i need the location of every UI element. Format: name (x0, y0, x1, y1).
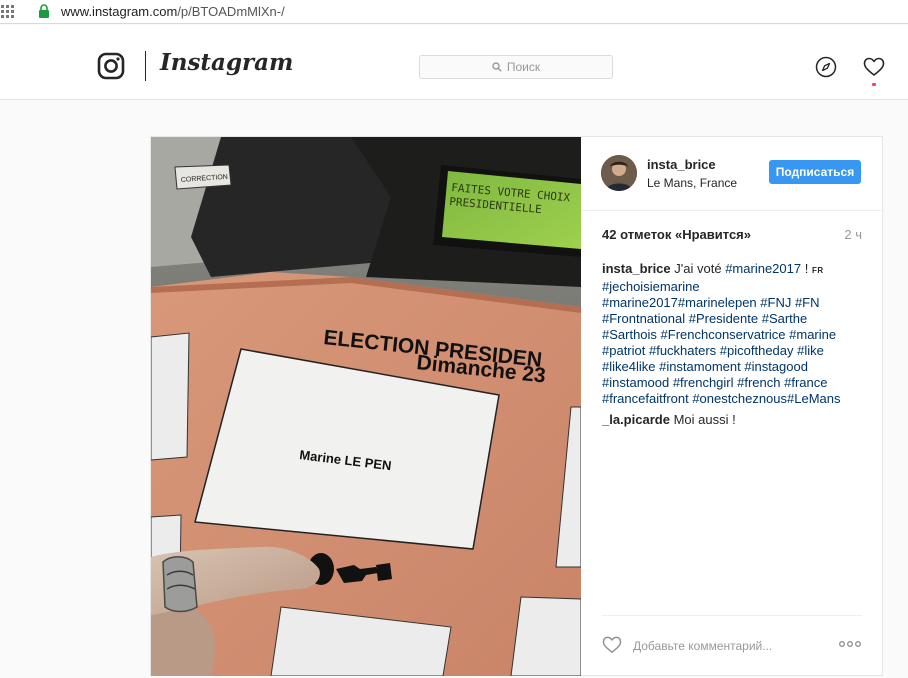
comment: _la.picarde Moi aussi ! (602, 412, 736, 427)
hashtag-line[interactable]: #instamood #frenchgirl #french #france (602, 375, 827, 390)
post-sidebar: insta_brice Le Mans, France Подписаться … (581, 137, 884, 676)
more-options-icon[interactable] (839, 640, 861, 648)
post-location[interactable]: Le Mans, France (647, 176, 737, 190)
hashtag-line[interactable]: #marine2017#marinelepen #FNJ #FN (602, 295, 820, 310)
caption-exclamation: ! (801, 261, 809, 276)
notification-dot (872, 83, 876, 86)
instagram-wordmark[interactable]: Instagram (160, 49, 293, 76)
url-path: /p/BTOADmMlXn-/ (177, 4, 285, 19)
avatar[interactable] (601, 155, 637, 191)
search-icon (492, 62, 502, 72)
search-input[interactable]: Поиск (419, 55, 613, 79)
hashtag-line[interactable]: #francefaitfront #onestcheznous#LeMans (602, 391, 841, 406)
hashtag-line[interactable]: #patriot #fuckhaters #picoftheday #like (602, 343, 824, 358)
url-field[interactable]: www.instagram.com/p/BTOADmMlXn-/ (61, 4, 285, 19)
instagram-header: Instagram Поиск (0, 25, 908, 100)
url-host: www.instagram.com (61, 4, 178, 19)
instagram-glyph-icon[interactable] (97, 52, 125, 80)
caption-username[interactable]: insta_brice (602, 261, 671, 276)
post-header: insta_brice Le Mans, France Подписаться (581, 137, 884, 211)
search-placeholder: Поиск (506, 60, 541, 74)
post-photo[interactable]: CORRECTION FAITES VOTRE CHOIX PRESIDENTI… (151, 137, 581, 676)
hashtag-line[interactable]: #like4like #instamoment #instagood (602, 359, 808, 374)
comment-username[interactable]: _la.picarde (602, 412, 670, 427)
post-card: CORRECTION FAITES VOTRE CHOIX PRESIDENTI… (150, 136, 884, 676)
follow-button[interactable]: Подписаться (769, 160, 861, 184)
hashtag-line[interactable]: #Sarthois #Frenchconservatrice #marine (602, 327, 836, 342)
apps-grid-icon[interactable] (1, 4, 17, 20)
hashtag-line[interactable]: #jechoisiemarine (602, 279, 700, 294)
comment-text: Moi aussi ! (673, 412, 736, 427)
post-time[interactable]: 2 ч (844, 227, 862, 242)
lock-icon (39, 4, 49, 18)
browser-address-bar: www.instagram.com/p/BTOADmMlXn-/ (0, 0, 908, 24)
logo-divider (145, 51, 146, 81)
add-comment-input[interactable]: Добавьте комментарий... (633, 639, 772, 653)
post-username[interactable]: insta_brice (647, 157, 716, 172)
language-badge: FR (811, 266, 824, 275)
heart-icon[interactable] (863, 57, 885, 77)
hashtag-line[interactable]: #Frontnational #Presidente #Sarthe (602, 311, 807, 326)
like-heart-icon[interactable] (602, 636, 622, 654)
ring (162, 556, 198, 613)
compass-icon[interactable] (815, 56, 837, 78)
likes-count[interactable]: 42 отметок «Нравится» (602, 227, 751, 242)
hashtag[interactable]: #marine2017 (725, 261, 801, 276)
post-caption: insta_brice J'ai voté #marine2017 ! FR #… (602, 261, 866, 407)
comment-bar: Добавьте комментарий... (602, 615, 862, 677)
correction-button-photo: CORRECTION (174, 164, 232, 190)
caption-text: J'ai voté (674, 261, 722, 276)
